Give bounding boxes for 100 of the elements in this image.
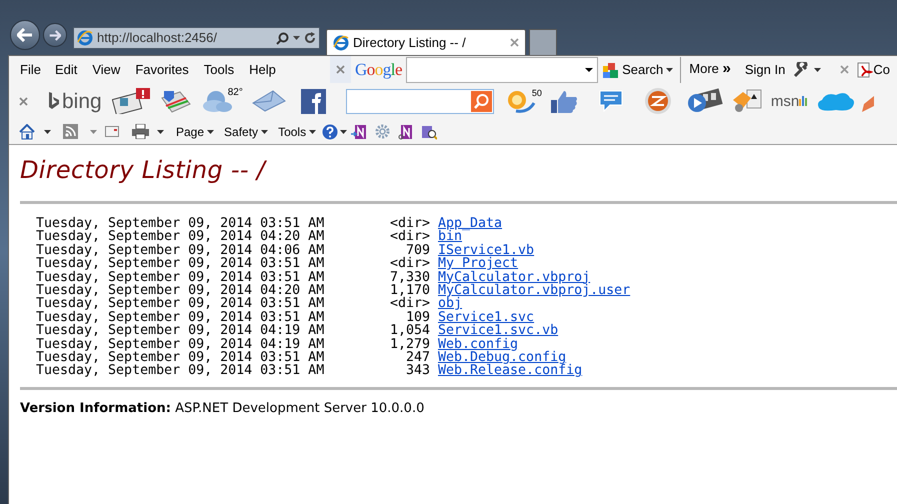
browser-logo-icon: [333, 34, 349, 50]
file-size: <dir>: [388, 217, 430, 230]
msn-logo[interactable]: msn: [770, 94, 808, 108]
file-link[interactable]: Web.Debug.config: [438, 351, 566, 364]
feed-icon[interactable]: [63, 124, 78, 139]
film-reel-icon[interactable]: [686, 88, 723, 114]
wrench-icon[interactable]: [793, 62, 810, 78]
document-search-icon[interactable]: [421, 124, 438, 140]
menu-button[interactable]: Safety: [224, 122, 268, 140]
google-search-field[interactable]: [406, 56, 598, 82]
close-icon[interactable]: [19, 96, 28, 106]
file-date: Tuesday, September 09, 2014 04:20 AM: [36, 230, 324, 244]
file-size: 1,170: [388, 284, 430, 298]
cloud-logo-icon[interactable]: [816, 90, 856, 112]
file-date: Tuesday, September 09, 2014 03:51 AM: [36, 257, 324, 271]
file-date: Tuesday, September 09, 2014 04:06 AM: [36, 244, 324, 258]
map-icon[interactable]: [160, 88, 192, 114]
menu-item[interactable]: Tools: [204, 60, 234, 80]
google-logo: Google: [355, 58, 402, 81]
back-button[interactable]: [10, 20, 40, 50]
caret-icon[interactable]: [814, 68, 822, 72]
file-size: <dir>: [388, 230, 430, 244]
file-date: Tuesday, September 09, 2014 04:20 AM: [36, 284, 324, 298]
toolbar-label[interactable]: Co: [873, 60, 890, 80]
file-date: Tuesday, September 09, 2014 03:51 AM: [36, 310, 324, 324]
mail-icon[interactable]: [105, 126, 119, 137]
file-date: Tuesday, September 09, 2014 04:19 AM: [36, 324, 324, 338]
file-link[interactable]: MyCalculator.vbproj.user: [438, 284, 630, 298]
caret-icon[interactable]: [340, 130, 348, 134]
refresh-icon[interactable]: [304, 32, 316, 44]
game-pieces-icon[interactable]: [730, 88, 763, 114]
search-button[interactable]: Search: [603, 60, 674, 80]
address-text: http://localhost:2456/: [97, 29, 218, 48]
forward-arrow-icon: [49, 30, 61, 40]
close-icon[interactable]: [510, 38, 519, 47]
notebook-icon[interactable]: [351, 124, 368, 140]
browser-logo-icon: [77, 30, 93, 46]
facebook-icon[interactable]: [300, 88, 326, 114]
file-date: Tuesday, September 09, 2014 03:51 AM: [36, 217, 324, 230]
back-arrow-icon: [17, 28, 33, 42]
file-link[interactable]: bin: [438, 230, 462, 244]
file-date: Tuesday, September 09, 2014 03:51 AM: [36, 351, 324, 364]
file-link[interactable]: App_Data: [438, 217, 502, 230]
menu-item[interactable]: Favorites: [135, 60, 189, 80]
menu-item[interactable]: Edit: [54, 60, 78, 80]
menu-item[interactable]: File: [20, 60, 41, 80]
file-date: Tuesday, September 09, 2014 03:51 AM: [36, 364, 324, 378]
caret-icon: [309, 130, 316, 134]
close-icon[interactable]: [840, 65, 850, 74]
file-link[interactable]: IService1.vb: [438, 244, 534, 258]
file-link[interactable]: obj: [438, 297, 462, 311]
forward-button[interactable]: [43, 23, 67, 47]
file-date: Tuesday, September 09, 2014 04:19 AM: [36, 338, 324, 352]
file-size: 1,279: [388, 338, 430, 352]
search-icon[interactable]: [276, 32, 289, 44]
bing-search-field[interactable]: [346, 88, 494, 114]
envelope-icon[interactable]: [250, 89, 287, 113]
file-size: 7,330: [388, 270, 430, 284]
thumbs-up-icon[interactable]: [550, 89, 578, 113]
temperature-label: 82°: [228, 88, 243, 98]
browser-tab[interactable]: Directory Listing -- /: [326, 29, 526, 55]
close-icon[interactable]: [336, 65, 345, 74]
menu-item[interactable]: View: [92, 60, 120, 80]
pdf-icon[interactable]: [857, 62, 874, 78]
more-button[interactable]: More »: [689, 58, 731, 81]
tab-title: Directory Listing -- /: [353, 34, 467, 52]
file-date: Tuesday, September 09, 2014 03:51 AM: [36, 297, 324, 311]
caret-icon: [207, 130, 214, 134]
sign-in-button[interactable]: Sign In: [744, 60, 786, 80]
file-link[interactable]: Web.config: [438, 338, 518, 352]
notebook-icon[interactable]: [398, 124, 414, 140]
file-link[interactable]: MyCalculator.vbproj: [438, 270, 590, 284]
caret-icon: [261, 130, 268, 134]
caret-icon[interactable]: [157, 130, 164, 134]
printer-icon[interactable]: [132, 124, 149, 139]
caret-icon: [666, 68, 674, 72]
file-link[interactable]: Service1.svc: [438, 310, 534, 324]
menu-item[interactable]: Help: [249, 60, 276, 80]
menu-button[interactable]: Tools: [278, 122, 316, 140]
file-size: 247: [404, 351, 430, 364]
chat-bubble-icon[interactable]: [598, 89, 624, 113]
address-bar[interactable]: http://localhost:2456/: [73, 27, 320, 49]
newspaper-icon[interactable]: [112, 88, 152, 114]
new-tab-button[interactable]: [529, 29, 557, 55]
caret-icon[interactable]: [585, 68, 594, 72]
home-icon[interactable]: [19, 124, 35, 140]
file-link[interactable]: Web.Release.config: [438, 364, 582, 378]
file-size: 709: [406, 244, 430, 258]
file-size: 109: [406, 310, 430, 324]
help-icon[interactable]: [322, 124, 338, 140]
bing-logo[interactable]: bing: [48, 90, 102, 112]
file-size: <dir>: [388, 297, 430, 311]
count-label: 50: [532, 89, 542, 98]
caret-icon[interactable]: [44, 130, 51, 134]
file-size: 1,054: [388, 324, 430, 338]
colored-squares-icon: [603, 62, 620, 78]
menu-button[interactable]: Page: [176, 122, 214, 140]
file-link[interactable]: My Project: [438, 257, 518, 271]
circle-logo-icon[interactable]: [644, 87, 672, 115]
file-link[interactable]: Service1.svc.vb: [438, 324, 558, 338]
